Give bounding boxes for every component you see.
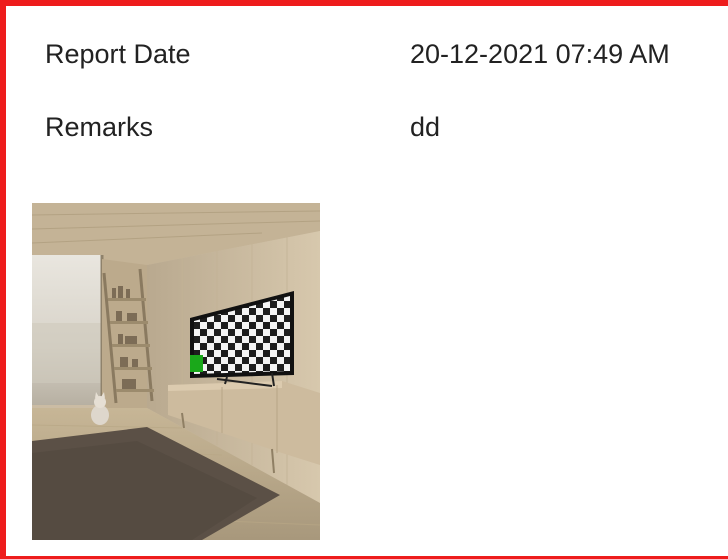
remarks-value: dd (410, 112, 441, 142)
remarks-label: Remarks (45, 112, 154, 142)
report-date-value: 20-12-2021 07:49 AM (410, 39, 670, 69)
room-photo-illustration (32, 203, 320, 540)
tv-green-marker (190, 355, 203, 372)
report-date-label: Report Date (45, 39, 191, 69)
attachment-photo[interactable] (32, 203, 320, 540)
